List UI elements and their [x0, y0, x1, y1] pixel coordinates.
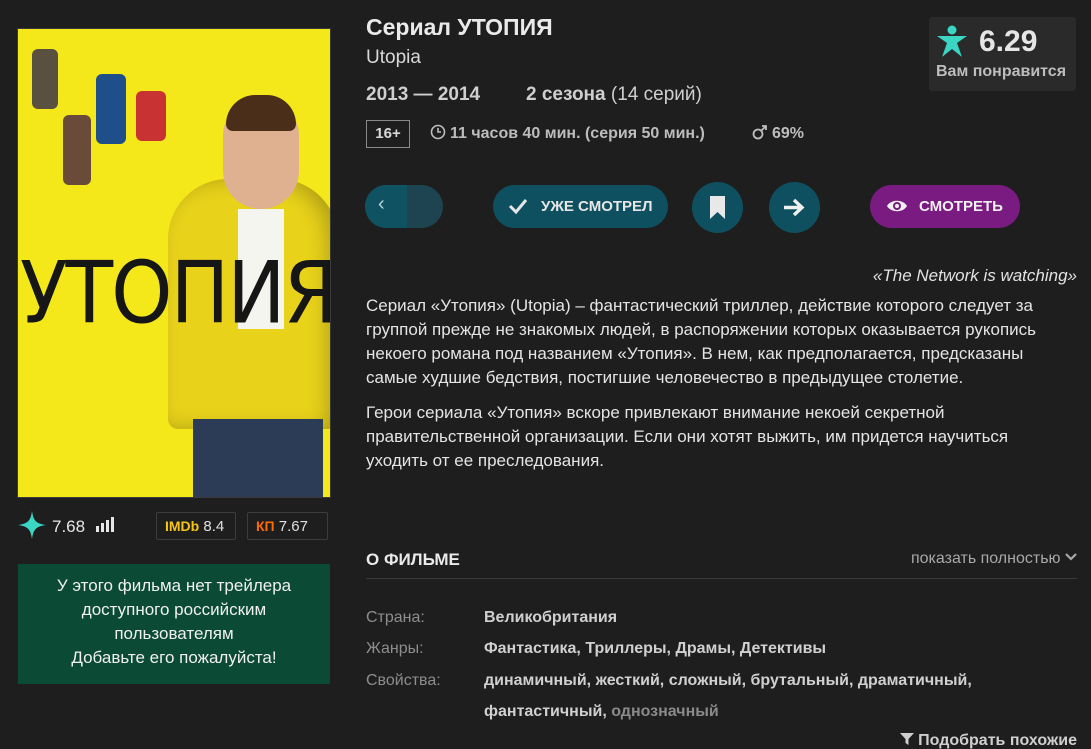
male-audience-value: 69% — [772, 125, 805, 142]
kinopoisk-badge[interactable]: КП 7.67 — [247, 512, 328, 540]
poster-figure — [193, 419, 323, 497]
trailer-notice[interactable]: У этого фильма нет трейлера доступного р… — [18, 564, 330, 684]
poster-figure — [32, 49, 58, 109]
watch-button[interactable]: СМОТРЕТЬ — [870, 185, 1020, 228]
tagline: «The Network is watching» — [872, 266, 1077, 285]
age-rating-badge: 16+ — [366, 120, 410, 148]
seasons-count: 2 сезона — [526, 84, 606, 105]
properties-dim-item[interactable]: однозначный — [611, 703, 719, 720]
genres-label: Жанры: — [366, 640, 424, 657]
checkmark-icon — [508, 199, 528, 215]
user-rating-value: 7.68 — [52, 517, 86, 536]
bookmark-button[interactable] — [692, 182, 743, 233]
duration-info: 11 часов 40 мин. (серия 50 мин.) — [430, 124, 705, 143]
country-value[interactable]: Великобритания — [484, 602, 1074, 633]
poster-figure — [136, 91, 166, 141]
arrow-right-icon — [784, 198, 805, 217]
description-paragraph: Герои сериала «Утопия» вскоре привлекают… — [366, 403, 1009, 470]
trailer-notice-line: доступного российским — [81, 600, 267, 619]
poster-figure — [96, 74, 126, 144]
seasons-info: 2 сезона (14 серий) — [526, 84, 702, 106]
imdb-badge[interactable]: IMDb 8.4 — [156, 512, 236, 540]
ratings-strip: 7.68 IMDb 8.4 КП 7.67 — [18, 511, 330, 541]
page-title: Сериал УТОПИЯ — [366, 14, 553, 40]
chevron-down-icon — [1065, 553, 1077, 561]
already-watched-button[interactable]: УЖЕ СМОТРЕЛ — [493, 185, 668, 228]
release-years: 2013 — 2014 — [366, 84, 481, 105]
duration-text: 11 часов 40 мин. (серия 50 мин.) — [450, 125, 705, 142]
sparkle-star-icon — [18, 511, 46, 539]
properties-label: Свойства: — [366, 672, 441, 689]
trailer-notice-line: Добавьте его пожалуйста! — [71, 648, 277, 667]
poster-figure — [226, 95, 296, 131]
previous-button-segment[interactable] — [365, 185, 407, 228]
genres-value[interactable]: Фантастика, Триллеры, Драмы, Детективы — [484, 633, 1074, 664]
share-button[interactable] — [769, 182, 820, 233]
original-title: Utopia — [366, 47, 421, 68]
kinopoisk-value: 7.67 — [278, 518, 308, 535]
properties-list[interactable]: динамичный, жесткий, сложный, брутальный… — [484, 672, 972, 720]
find-similar-link[interactable]: Подобрать похожие — [899, 732, 1077, 749]
kinopoisk-label: КП — [256, 518, 275, 534]
already-watched-label: УЖЕ СМОТРЕЛ — [541, 198, 653, 215]
person-star-icon — [937, 25, 967, 57]
clock-icon — [430, 124, 446, 140]
poster-image[interactable]: УТОПИЯ — [17, 28, 331, 498]
bookmark-icon — [710, 196, 725, 219]
male-audience-info: 69% — [752, 124, 804, 143]
description: Сериал «Утопия» (Utopia) – фантастически… — [366, 294, 1066, 473]
filter-icon — [899, 733, 914, 745]
chevron-left-icon: ‹ — [378, 193, 385, 215]
find-similar-label: Подобрать похожие — [918, 732, 1077, 749]
about-heading: О ФИЛЬМЕ — [366, 550, 460, 569]
poster-title: УТОПИЯ — [20, 244, 331, 344]
show-all-link[interactable]: показать полностью — [911, 550, 1077, 568]
trailer-notice-line: У этого фильма нет трейлера — [56, 576, 292, 595]
imdb-label: IMDb — [165, 518, 200, 534]
trailer-notice-line: пользователям — [114, 624, 234, 643]
previous-button[interactable]: ‹ — [365, 185, 443, 228]
prediction-label: Вам понравится — [936, 63, 1067, 80]
description-paragraph: Сериал «Утопия» (Utopia) – фантастически… — [366, 296, 1037, 387]
show-all-label: показать полностью — [910, 550, 1061, 567]
section-divider — [366, 578, 1077, 579]
prediction-value: 6.29 — [979, 25, 1038, 58]
prediction-rating-box: 6.29 Вам понравится — [929, 17, 1076, 91]
male-symbol-icon — [752, 125, 767, 140]
country-label: Страна: — [366, 609, 425, 626]
poster-figure — [63, 115, 91, 185]
episodes-count: (14 серий) — [610, 84, 702, 105]
imdb-value: 8.4 — [203, 518, 225, 535]
rating-bars-icon — [96, 517, 114, 532]
properties-value[interactable]: динамичный, жесткий, сложный, брутальный… — [484, 665, 1074, 727]
eye-icon — [887, 200, 907, 212]
watch-label: СМОТРЕТЬ — [919, 198, 1003, 215]
